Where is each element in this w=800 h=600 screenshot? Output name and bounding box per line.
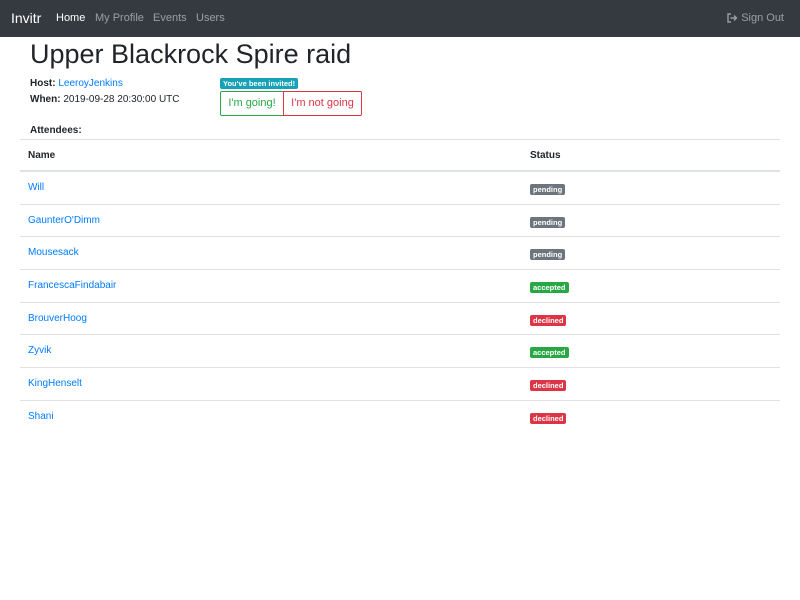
status-badge: declined [530, 314, 567, 326]
attendees-label: Attendees: [30, 125, 82, 136]
attendees-table: Name Status Will pending GaunterO'Dimm pend… [20, 139, 780, 434]
status-badge: declined [530, 380, 567, 392]
status-cell: pending [530, 216, 566, 228]
status-cell: declined [530, 314, 567, 326]
table-row: BrouverHoog declined [20, 303, 780, 336]
sign-out-icon [727, 13, 738, 23]
table-row: Zyvik accepted [20, 335, 780, 369]
nav-events[interactable]: Events [153, 12, 187, 24]
attendee-name-link[interactable]: FrancescaFindabair [28, 280, 116, 291]
status-badge: pending [530, 249, 566, 261]
host-line: Host: LeeroyJenkins [30, 77, 123, 90]
top-navbar: Invitr Home My Profile Events Users Sign… [0, 0, 800, 37]
status-badge: pending [530, 216, 566, 228]
brand-link[interactable]: Invitr [11, 10, 41, 26]
attendee-name-link[interactable]: BrouverHoog [28, 313, 87, 324]
sign-out-label: Sign Out [741, 12, 784, 24]
event-title: Upper Blackrock Spire raid [30, 39, 352, 69]
nav-home[interactable]: Home [56, 12, 85, 24]
going-button[interactable]: I'm going! [220, 91, 284, 116]
invited-badge: You've been invited! [220, 78, 299, 89]
table-row: Shani declined [20, 401, 780, 434]
attendee-name-link[interactable]: Shani [28, 411, 54, 422]
attendee-name-link[interactable]: Zyvik [28, 345, 51, 356]
host-link[interactable]: LeeroyJenkins [58, 78, 122, 89]
status-cell: accepted [530, 346, 569, 359]
table-header: Name Status [20, 139, 780, 172]
status-cell: pending [530, 248, 566, 261]
table-row: GaunterO'Dimm pending [20, 205, 780, 238]
sign-out-link[interactable]: Sign Out [727, 12, 784, 24]
table-row: FrancescaFindabair accepted [20, 270, 780, 303]
status-badge: pending [530, 184, 566, 195]
column-name-header: Name [28, 150, 56, 161]
attendee-name-link[interactable]: Will [28, 182, 44, 193]
nav-my-profile[interactable]: My Profile [95, 12, 144, 24]
status-badge: accepted [530, 282, 569, 294]
table-row: Will pending [20, 172, 780, 205]
table-row: Mousesack pending [20, 237, 780, 271]
not-going-button[interactable]: I'm not going [283, 91, 362, 116]
when-line: When: 2019-09-28 20:30:00 UTC [30, 93, 180, 106]
attendee-name-link[interactable]: Mousesack [28, 247, 79, 258]
status-cell: declined [530, 379, 567, 392]
status-cell: pending [530, 183, 566, 195]
table-row: KingHenselt declined [20, 368, 780, 401]
status-badge: accepted [530, 347, 569, 359]
attendee-name-link[interactable]: GaunterO'Dimm [28, 215, 100, 226]
status-cell: accepted [530, 281, 569, 294]
nav-users[interactable]: Users [196, 12, 225, 24]
attendee-name-link[interactable]: KingHenselt [28, 378, 82, 389]
table-body: Will pending GaunterO'Dimm pending Mousesack… [20, 172, 780, 434]
status-cell: declined [530, 412, 567, 424]
when-label: When: [30, 94, 61, 105]
column-status-header: Status [530, 150, 561, 161]
status-badge: declined [530, 412, 567, 424]
host-label: Host: [30, 78, 56, 89]
when-value: 2019-09-28 20:30:00 UTC [63, 94, 180, 105]
